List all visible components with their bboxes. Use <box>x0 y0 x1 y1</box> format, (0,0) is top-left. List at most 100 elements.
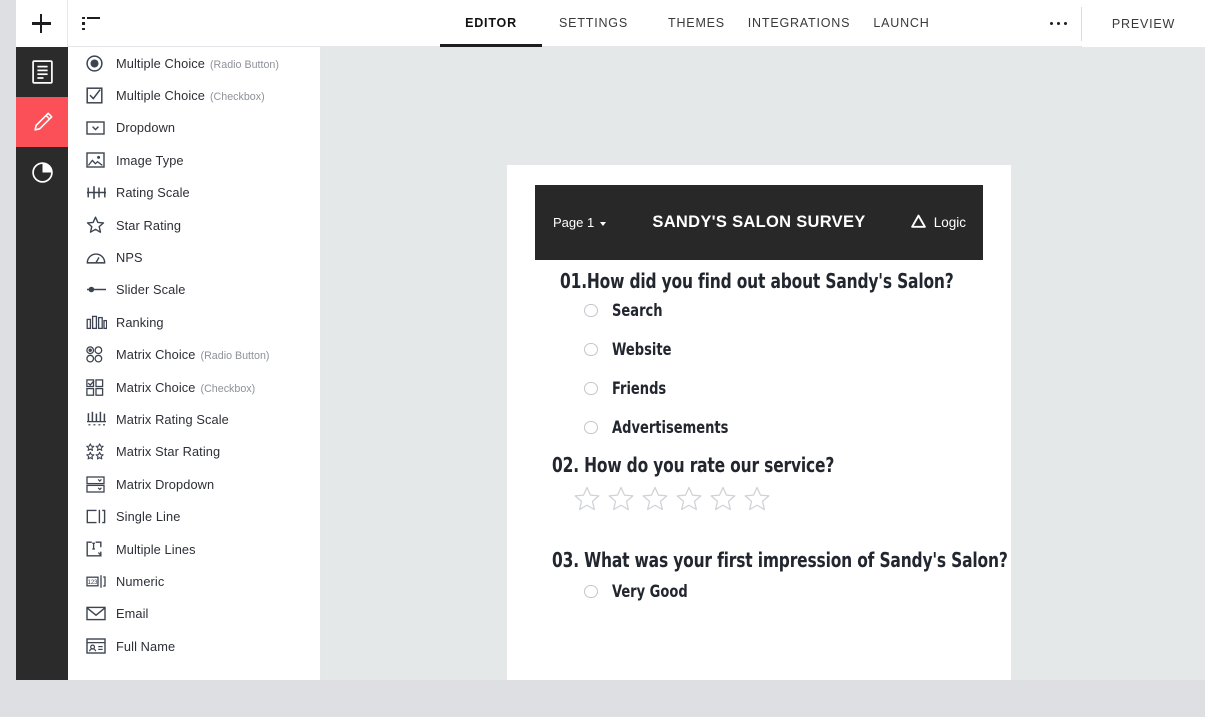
question-type-slider[interactable]: Slider Scale <box>68 274 320 306</box>
question-1-options: Search Website Friends Advertisements <box>584 301 744 437</box>
numeric-icon: 123 <box>86 574 116 589</box>
top-bar: EDITOR SETTINGS THEMES INTEGRATIONS LAUN… <box>0 0 1205 47</box>
question-type-radio[interactable]: Multiple Choice (Radio Button) <box>68 47 320 79</box>
radio-icon[interactable] <box>584 584 598 599</box>
tab-launch[interactable]: LAUNCH <box>850 0 953 47</box>
list-view-button[interactable] <box>68 0 114 47</box>
top-bar-left-gutter <box>0 0 16 47</box>
question-3-options: Very Good <box>584 582 698 601</box>
question-type-label: Matrix Star Rating <box>116 444 221 460</box>
question-type-sublabel: (Radio Button) <box>210 58 279 71</box>
option-row[interactable]: Advertisements <box>584 418 744 437</box>
question-type-matrix-radio[interactable]: Matrix Choice (Radio Button) <box>68 339 320 371</box>
question-type-single-line[interactable]: Single Line <box>68 500 320 532</box>
question-type-label-wrap: Multiple Choice (Radio Button) <box>116 56 279 71</box>
more-options-button[interactable] <box>1036 0 1081 47</box>
slider-icon <box>86 284 116 295</box>
app-root: EDITOR SETTINGS THEMES INTEGRATIONS LAUN… <box>0 0 1205 717</box>
question-type-label: Numeric <box>116 573 165 589</box>
svg-text:123: 123 <box>87 580 98 586</box>
plus-icon <box>32 14 51 33</box>
logic-label: Logic <box>933 215 966 230</box>
question-2-text: 02. How do you rate our service? <box>552 453 835 477</box>
question-type-multiple-lines[interactable]: Multiple Lines <box>68 533 320 565</box>
question-type-email[interactable]: Email <box>68 598 320 630</box>
question-type-full-name[interactable]: Full Name <box>68 630 320 662</box>
matrix-radio-icon <box>86 346 116 363</box>
star-icon[interactable] <box>574 486 600 516</box>
option-label: Advertisements <box>611 418 728 437</box>
add-button[interactable] <box>16 0 68 47</box>
list-view-icon <box>82 16 100 31</box>
question-type-label: Multiple Choice <box>116 88 205 104</box>
more-horizontal-icon <box>1049 21 1068 26</box>
tab-integrations[interactable]: INTEGRATIONS <box>748 0 850 47</box>
image-icon <box>86 152 116 169</box>
matrix-rating-scale-icon <box>86 411 116 427</box>
question-3-text: 03. What was your first impression of Sa… <box>552 548 1008 572</box>
dropdown-icon <box>86 121 116 135</box>
question-type-matrix-checkbox[interactable]: Matrix Choice (Checkbox) <box>68 371 320 403</box>
rail-item-editor[interactable] <box>16 97 68 147</box>
question-type-numeric[interactable]: 123 Numeric <box>68 565 320 597</box>
rating-scale-icon <box>86 185 116 200</box>
radio-button-icon <box>86 55 116 72</box>
document-icon <box>31 60 53 84</box>
tab-themes[interactable]: THEMES <box>645 0 748 47</box>
question-type-label: Multiple Choice <box>116 55 205 71</box>
star-icon[interactable] <box>642 486 668 516</box>
radio-icon[interactable] <box>584 420 598 435</box>
question-type-label: Star Rating <box>116 217 182 233</box>
question-type-checkbox[interactable]: Multiple Choice (Checkbox) <box>68 79 320 111</box>
radio-icon[interactable] <box>584 342 598 357</box>
option-row[interactable]: Search <box>584 301 744 320</box>
preview-button[interactable]: PREVIEW <box>1082 0 1205 47</box>
matrix-star-icon <box>86 443 116 460</box>
star-icon[interactable] <box>710 486 736 516</box>
question-type-nps[interactable]: NPS <box>68 241 320 273</box>
logic-button[interactable]: Logic <box>910 214 966 232</box>
star-icon[interactable] <box>744 486 770 516</box>
question-type-dropdown[interactable]: Dropdown <box>68 112 320 144</box>
question-type-label: Matrix Choice <box>116 379 196 395</box>
tab-integrations-label: INTEGRATIONS <box>747 15 851 30</box>
radio-icon[interactable] <box>584 381 598 396</box>
question-type-matrix-star-rating[interactable]: Matrix Star Rating <box>68 436 320 468</box>
question-1-text: 01.How did you find out about Sandy's Sa… <box>560 269 954 293</box>
star-icon <box>86 216 116 234</box>
question-type-label: Dropdown <box>116 120 176 136</box>
option-label: Friends <box>611 379 666 398</box>
preview-button-label: PREVIEW <box>1111 16 1176 31</box>
question-type-ranking[interactable]: Ranking <box>68 306 320 338</box>
question-type-sublabel: (Checkbox) <box>200 382 256 395</box>
question-type-matrix-rating-scale[interactable]: Matrix Rating Scale <box>68 403 320 435</box>
question-type-label: Rating Scale <box>116 185 190 201</box>
checkbox-icon <box>86 87 116 104</box>
radio-icon[interactable] <box>584 303 598 318</box>
tab-launch-label: LAUNCH <box>873 15 930 30</box>
question-type-matrix-dropdown[interactable]: Matrix Dropdown <box>68 468 320 500</box>
option-row[interactable]: Friends <box>584 379 744 398</box>
matrix-checkbox-icon <box>86 378 116 396</box>
option-row[interactable]: Website <box>584 340 744 359</box>
star-icon[interactable] <box>608 486 634 516</box>
rail-item-document[interactable] <box>16 47 68 97</box>
multiple-lines-icon <box>86 541 116 557</box>
tab-editor[interactable]: EDITOR <box>440 0 542 47</box>
question-type-image[interactable]: Image Type <box>68 144 320 176</box>
star-rating-row <box>574 486 770 516</box>
option-label: Very Good <box>611 582 688 601</box>
question-type-rating-scale[interactable]: Rating Scale <box>68 177 320 209</box>
ranking-bars-icon <box>86 315 116 330</box>
question-type-label: Slider Scale <box>116 282 186 298</box>
left-icon-rail <box>16 47 68 680</box>
star-icon[interactable] <box>676 486 702 516</box>
question-type-label: NPS <box>116 250 143 266</box>
question-type-star-rating[interactable]: Star Rating <box>68 209 320 241</box>
option-row[interactable]: Very Good <box>584 582 698 601</box>
question-type-label: Matrix Dropdown <box>116 476 215 492</box>
email-icon <box>86 606 116 621</box>
tab-settings[interactable]: SETTINGS <box>542 0 645 47</box>
question-type-sublabel: (Radio Button) <box>200 350 270 363</box>
rail-item-results[interactable] <box>16 147 68 197</box>
